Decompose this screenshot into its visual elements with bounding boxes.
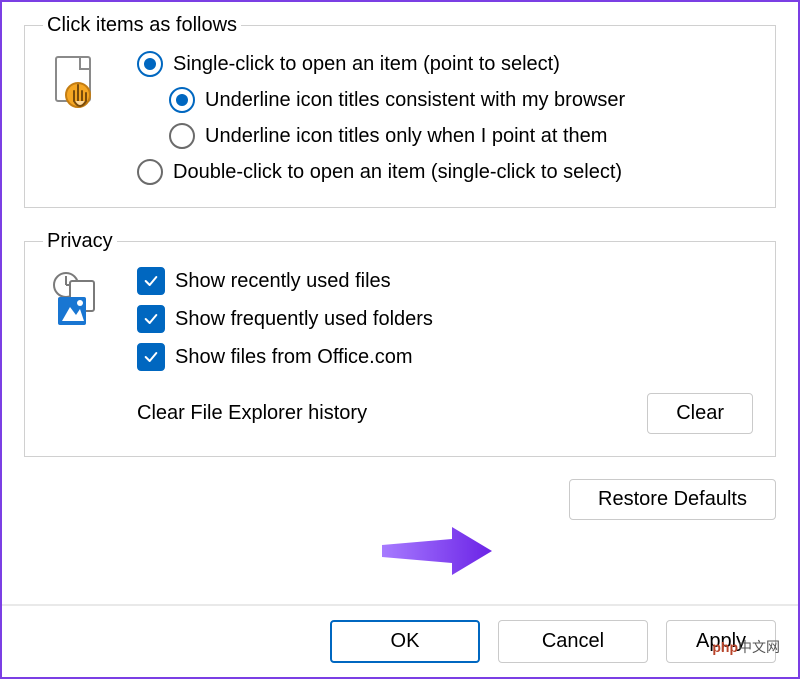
- checkbox-recent-files-label: Show recently used files: [175, 270, 391, 293]
- apply-button[interactable]: Apply: [666, 620, 776, 663]
- ok-button[interactable]: OK: [330, 620, 480, 663]
- group-click-items-legend: Click items as follows: [43, 14, 241, 37]
- group-privacy: Privacy Show recently used files: [24, 230, 776, 457]
- checkbox-office-files-label: Show files from Office.com: [175, 346, 412, 369]
- radio-single-click[interactable]: Single-click to open an item (point to s…: [137, 51, 757, 77]
- privacy-icon: [43, 267, 113, 331]
- radio-underline-browser-label: Underline icon titles consistent with my…: [205, 89, 625, 112]
- cancel-button[interactable]: Cancel: [498, 620, 648, 663]
- group-privacy-legend: Privacy: [43, 230, 117, 253]
- clear-button[interactable]: Clear: [647, 393, 753, 434]
- radio-underline-point-label: Underline icon titles only when I point …: [205, 125, 607, 148]
- radio-double-click[interactable]: Double-click to open an item (single-cli…: [137, 159, 757, 185]
- group-click-items: Click items as follows Single-click to o…: [24, 14, 776, 208]
- radio-underline-browser[interactable]: Underline icon titles consistent with my…: [169, 87, 757, 113]
- checkbox-office-files[interactable]: Show files from Office.com: [137, 343, 757, 371]
- checkbox-frequent-folders-label: Show frequently used folders: [175, 308, 433, 331]
- check-icon: [137, 267, 165, 295]
- radio-icon: [137, 51, 163, 77]
- click-items-icon: [43, 51, 113, 119]
- checkbox-frequent-folders[interactable]: Show frequently used folders: [137, 305, 757, 333]
- radio-icon: [169, 123, 195, 149]
- radio-single-click-label: Single-click to open an item (point to s…: [173, 53, 560, 76]
- check-icon: [137, 343, 165, 371]
- radio-underline-point[interactable]: Underline icon titles only when I point …: [169, 123, 757, 149]
- dialog-footer: OK Cancel Apply: [2, 604, 798, 677]
- clear-history-label: Clear File Explorer history: [137, 402, 367, 425]
- check-icon: [137, 305, 165, 333]
- radio-icon: [137, 159, 163, 185]
- restore-defaults-button[interactable]: Restore Defaults: [569, 479, 776, 520]
- checkbox-recent-files[interactable]: Show recently used files: [137, 267, 757, 295]
- radio-double-click-label: Double-click to open an item (single-cli…: [173, 161, 622, 184]
- radio-icon: [169, 87, 195, 113]
